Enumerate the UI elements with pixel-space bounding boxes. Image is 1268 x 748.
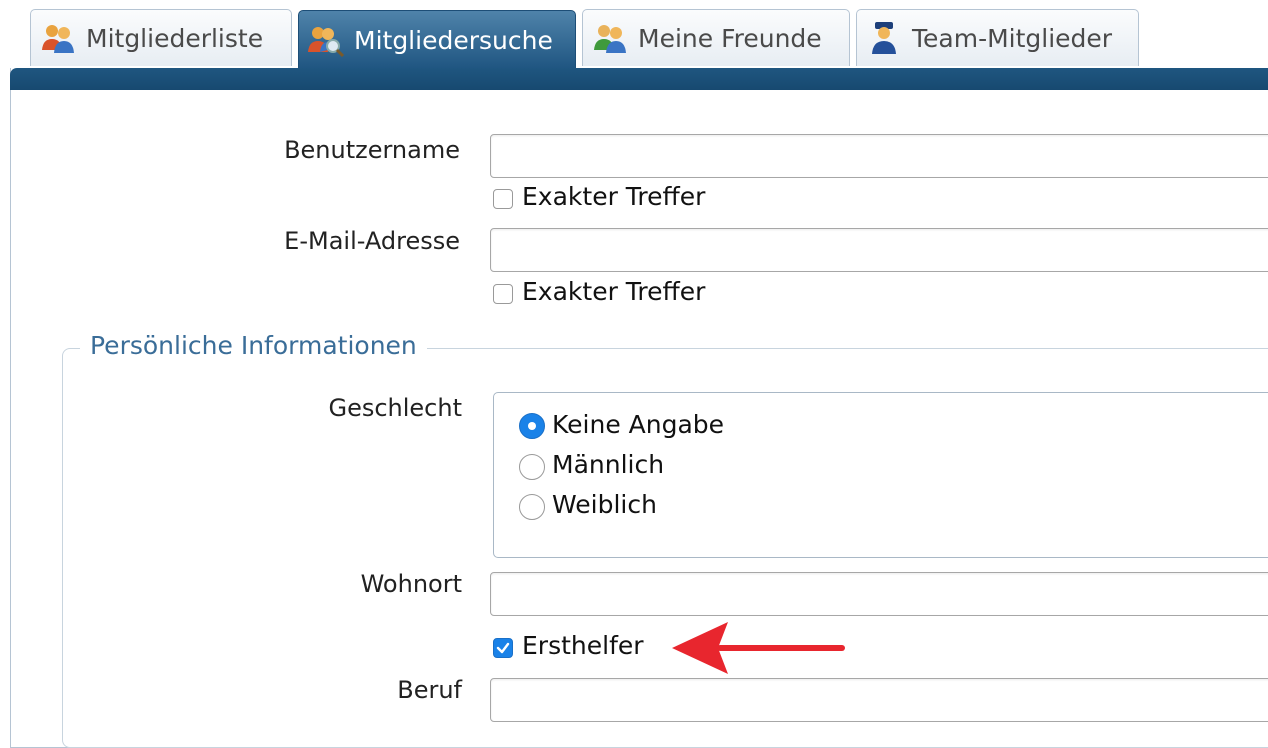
username-input[interactable] [490,134,1268,178]
members-icon [40,20,76,56]
tab-label: Meine Freunde [638,23,822,53]
location-label: Wohnort [360,570,462,598]
job-label: Beruf [397,676,462,704]
panel-header-bar [10,68,1268,90]
annotation-arrow-icon [672,622,845,674]
first-aider-checkbox[interactable] [493,638,513,658]
username-label: Benutzername [284,136,460,164]
tab-team-mitglieder[interactable]: Team-Mitglieder [856,9,1139,66]
tab-meine-freunde[interactable]: Meine Freunde [582,9,850,66]
email-label: E-Mail-Adresse [284,227,460,255]
personal-info-legend: Persönliche Informationen [80,331,427,360]
team-member-icon [866,20,902,56]
location-input[interactable] [490,572,1268,616]
job-input[interactable] [490,678,1268,722]
tab-label: Team-Mitglieder [912,23,1113,53]
gender-option-label: Weiblich [552,490,657,519]
username-exact-checkbox[interactable] [493,189,513,209]
tab-label: Mitgliedersuche [354,25,553,55]
gender-option-label: Keine Angabe [552,410,725,439]
friends-icon [592,20,628,56]
email-exact-checkbox[interactable] [493,284,513,304]
gender-radio-male[interactable] [519,454,545,480]
tab-label: Mitgliederliste [86,23,264,53]
member-search-icon [308,22,345,58]
gender-radio-female[interactable] [519,494,545,520]
checkmark-icon [496,642,510,654]
gender-label: Geschlecht [328,394,462,422]
email-exact-label: Exakter Treffer [522,277,706,306]
username-exact-label: Exakter Treffer [522,182,706,211]
tab-mitgliederliste[interactable]: Mitgliederliste [30,9,292,66]
tab-mitgliedersuche[interactable]: Mitgliedersuche [298,10,576,70]
first-aider-label: Ersthelfer [522,631,644,660]
gender-option-label: Männlich [552,450,665,479]
email-input[interactable] [490,228,1268,272]
gender-radio-none[interactable] [519,413,545,439]
